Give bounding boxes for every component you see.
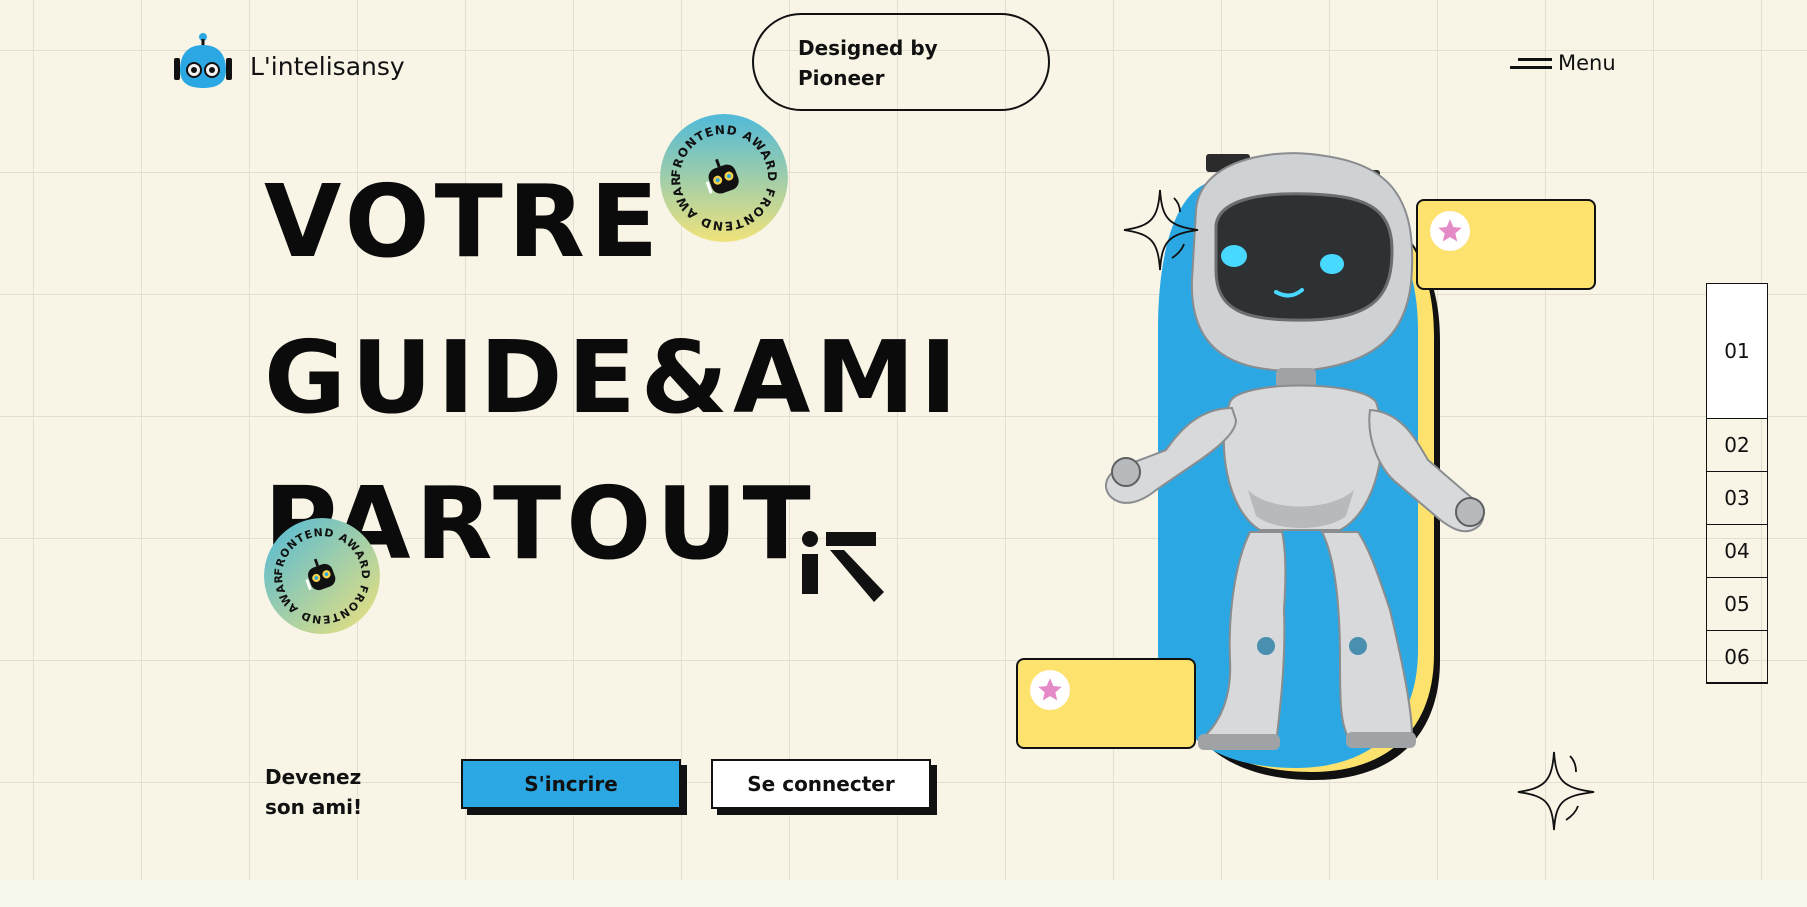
section-nav-item-05[interactable]: 05 (1707, 577, 1767, 630)
menu-button[interactable]: Menu (1510, 48, 1616, 78)
menu-icon (1510, 56, 1552, 70)
info-card[interactable] (1416, 199, 1596, 290)
signup-button[interactable]: S'incrire (461, 759, 681, 809)
cta-text: Devenez son ami! (265, 762, 362, 822)
login-button[interactable]: Se connecter (711, 759, 931, 809)
designed-by-pill[interactable]: Designed by Pioneer (752, 13, 1050, 111)
cta-text-line-1: Devenez (265, 765, 362, 789)
sparkle-icon (1123, 189, 1199, 271)
award-badge-icon: FRONTEND AWARD FRONTEND AWARD (660, 114, 788, 242)
star-icon (1430, 211, 1470, 251)
menu-label: Menu (1558, 51, 1616, 75)
section-nav-item-03[interactable]: 03 (1707, 471, 1767, 524)
cta-text-line-2: son ami! (265, 795, 363, 819)
section-nav-item-06[interactable]: 06 (1707, 630, 1767, 683)
section-nav-item-01[interactable]: 01 (1707, 284, 1767, 418)
section-nav-item-02[interactable]: 02 (1707, 418, 1767, 471)
hero-line-1: VOTRE (264, 163, 664, 280)
designed-line-1: Designed by (798, 36, 938, 60)
brand-name[interactable]: L'intelisansy (250, 52, 405, 81)
sparkle-icon (1517, 751, 1595, 831)
section-nav-item-04[interactable]: 04 (1707, 524, 1767, 577)
designed-line-2: Pioneer (798, 66, 885, 90)
hero-line-2: GUIDE&AMI (264, 319, 963, 436)
landing-page: L'intelisansy Designed by Pioneer Menu V… (0, 0, 1807, 880)
award-badge-icon: FRONTEND AWARD FRONTEND AWARD (264, 518, 380, 634)
star-icon (1030, 670, 1070, 710)
section-nav: 01 02 03 04 05 06 (1706, 283, 1768, 684)
info-card[interactable] (1016, 658, 1196, 749)
robot-logo-icon[interactable] (172, 32, 234, 92)
k-logo-icon (802, 531, 884, 602)
